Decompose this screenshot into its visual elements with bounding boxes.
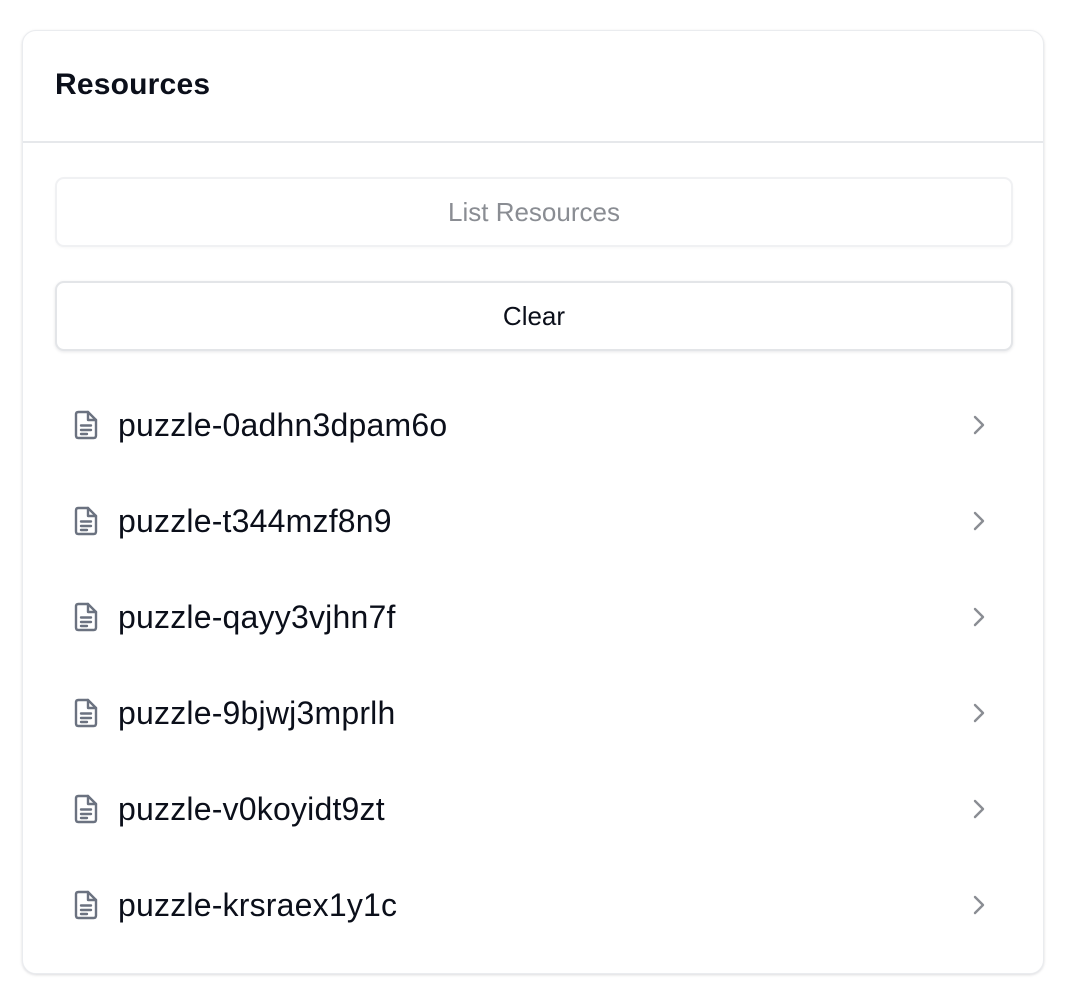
document-icon — [71, 410, 101, 440]
chevron-right-icon — [967, 413, 991, 437]
resource-name: puzzle-t344mzf8n9 — [118, 502, 392, 539]
resource-item[interactable]: puzzle-9bjwj3mprlh — [55, 665, 1011, 761]
document-icon — [71, 698, 101, 728]
document-icon — [71, 506, 101, 536]
document-icon — [71, 794, 101, 824]
resource-item[interactable]: puzzle-t344mzf8n9 — [55, 473, 1011, 569]
panel-header: Resources — [23, 31, 1043, 143]
panel-body: List Resources Clear puzzle-0adhn3dpam6o — [23, 143, 1043, 953]
chevron-right-icon — [967, 605, 991, 629]
resource-list: puzzle-0adhn3dpam6o puzzle-t344mzf8n9 pu… — [55, 377, 1011, 953]
resource-item[interactable]: puzzle-0adhn3dpam6o — [55, 377, 1011, 473]
resource-name: puzzle-qayy3vjhn7f — [118, 598, 396, 635]
resources-panel: Resources List Resources Clear puzzle-0a… — [22, 30, 1044, 974]
resource-item[interactable]: puzzle-v0koyidt9zt — [55, 761, 1011, 857]
clear-button[interactable]: Clear — [55, 281, 1013, 351]
list-resources-button[interactable]: List Resources — [55, 177, 1013, 247]
resource-name: puzzle-9bjwj3mprlh — [118, 694, 396, 731]
resource-item[interactable]: puzzle-krsraex1y1c — [55, 857, 1011, 953]
panel-title: Resources — [55, 68, 211, 101]
document-icon — [71, 602, 101, 632]
resource-name: puzzle-v0koyidt9zt — [118, 790, 385, 827]
resource-item[interactable]: puzzle-qayy3vjhn7f — [55, 569, 1011, 665]
chevron-right-icon — [967, 797, 991, 821]
document-icon — [71, 890, 101, 920]
chevron-right-icon — [967, 893, 991, 917]
resource-name: puzzle-krsraex1y1c — [118, 886, 398, 923]
chevron-right-icon — [967, 509, 991, 533]
chevron-right-icon — [967, 701, 991, 725]
resource-name: puzzle-0adhn3dpam6o — [118, 406, 448, 443]
